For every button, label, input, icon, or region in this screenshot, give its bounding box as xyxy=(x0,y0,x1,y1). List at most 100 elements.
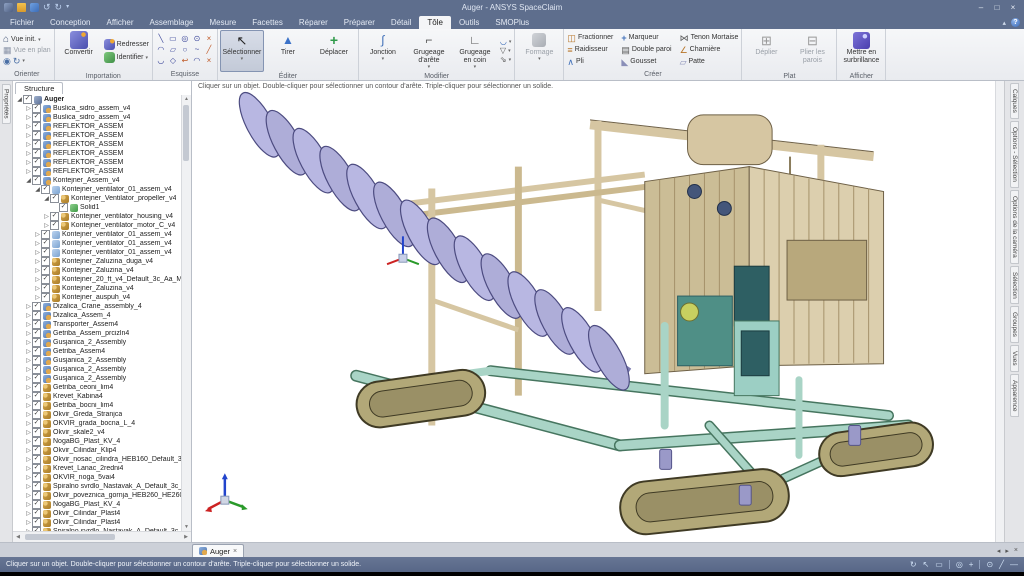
expander-icon[interactable]: ▷ xyxy=(25,510,32,517)
sketch-tool-icon[interactable]: ╲ xyxy=(159,34,164,44)
visibility-checkbox[interactable]: ✓ xyxy=(23,95,32,104)
scroll-right-icon[interactable]: ▶ xyxy=(181,532,191,542)
expander-icon[interactable]: ▷ xyxy=(25,483,32,490)
button-jonction[interactable]: ∫Jonction▾ xyxy=(361,30,405,72)
button-raidisseur[interactable]: ≡Raidisseur xyxy=(566,45,614,55)
visibility-checkbox[interactable]: ✓ xyxy=(50,212,59,221)
menu-tab-réparer[interactable]: Réparer xyxy=(291,16,336,29)
expander-icon[interactable]: ▷ xyxy=(25,519,32,526)
button-plier-les-parois[interactable]: ⊟Plier les parois xyxy=(790,30,834,72)
sketch-icon[interactable]: ╱ xyxy=(999,560,1004,569)
button-formage[interactable]: Formage▾ xyxy=(517,30,561,72)
help-icon[interactable]: ? xyxy=(1011,18,1020,27)
button-d-placer[interactable]: +Déplacer xyxy=(312,30,356,72)
document-close-icon[interactable]: × xyxy=(233,548,237,555)
fly-icon[interactable]: ◎ xyxy=(956,560,963,569)
visibility-checkbox[interactable]: ✓ xyxy=(32,131,41,140)
tree-item[interactable]: ▷✓Okvir_Greda_Stranjca xyxy=(13,410,191,419)
tree-item[interactable]: ▷✓Getriba_Assem4 xyxy=(13,347,191,356)
visibility-checkbox[interactable]: ✓ xyxy=(32,491,41,500)
button-mettre-en-surbrillance[interactable]: Mettre en surbrillance xyxy=(839,30,883,72)
expander-icon[interactable]: ▷ xyxy=(25,114,32,121)
redo-icon[interactable]: ↻ xyxy=(55,3,63,12)
sketch-tool-icon[interactable]: × xyxy=(207,56,212,66)
expander-icon[interactable]: ▷ xyxy=(25,492,32,499)
expander-icon[interactable]: ▷ xyxy=(25,348,32,355)
view-tools[interactable]: ◉↻▾ xyxy=(2,57,52,66)
button-double-paroi[interactable]: ▤Double paroi xyxy=(620,45,672,55)
viewport-3d-model[interactable] xyxy=(192,81,995,542)
tree-vertical-scrollbar[interactable]: ▲ ▼ xyxy=(181,95,191,532)
expander-icon[interactable]: ▷ xyxy=(25,159,32,166)
expander-icon[interactable]: ▷ xyxy=(25,474,32,481)
visibility-checkbox[interactable]: ✓ xyxy=(32,419,41,428)
tree-item[interactable]: ▷✓Kontejner_ventilator_01_assem_v4 xyxy=(13,230,191,239)
button-grugeage-d-ar-te[interactable]: ⌐Grugeage d'arête▾ xyxy=(407,30,451,72)
visibility-checkbox[interactable]: ✓ xyxy=(32,356,41,365)
expander-icon[interactable]: ▷ xyxy=(43,222,50,229)
button-tenon-mortaise[interactable]: ⋈Tenon Mortaise xyxy=(679,33,740,43)
tree-item[interactable]: ▷✓Transporter_Assem4 xyxy=(13,320,191,329)
menu-tab-mesure[interactable]: Mesure xyxy=(202,16,245,29)
sketch-tool-icon[interactable]: ◡ xyxy=(157,56,164,66)
dropdown-arrow-icon[interactable]: ▾ xyxy=(509,40,512,44)
sketch-tool-icon[interactable]: ⊙ xyxy=(194,34,201,44)
tree-item[interactable]: ▷✓REFLEKTOR_ASSEM xyxy=(13,122,191,131)
visibility-checkbox[interactable]: ✓ xyxy=(32,437,41,446)
panel-tab-groupes[interactable]: Groupes xyxy=(1010,306,1019,343)
mini-tool[interactable]: ▽▾ xyxy=(499,47,513,55)
expander-icon[interactable]: ▷ xyxy=(25,132,32,139)
panel-tab-vues[interactable]: Vues xyxy=(1010,345,1019,372)
expander-icon[interactable]: ▷ xyxy=(34,294,41,301)
visibility-checkbox[interactable]: ✓ xyxy=(32,401,41,410)
tree-item[interactable]: ▷✓Krevet_Kabina4 xyxy=(13,392,191,401)
visibility-checkbox[interactable]: ✓ xyxy=(32,392,41,401)
expander-icon[interactable]: ▷ xyxy=(25,447,32,454)
sketch-tool-icon[interactable]: ○ xyxy=(183,45,188,55)
dropdown-arrow-icon[interactable]: ▾ xyxy=(508,49,511,53)
tree-item[interactable]: ◢✓Kontejner_Ventilator_propeller_v4 xyxy=(13,194,191,203)
structure-tab[interactable]: Structure xyxy=(15,82,63,94)
mini-tool[interactable]: ⇘▾ xyxy=(499,56,513,64)
tree-item[interactable]: ▷✓Kontejner_Zaluzina_v4 xyxy=(13,266,191,275)
tree-item[interactable]: ▷✓OKVIR_noga_5vai4 xyxy=(13,473,191,482)
button-fractionner[interactable]: ◫Fractionner xyxy=(566,33,614,43)
select-icon[interactable]: ↖ xyxy=(923,560,930,569)
visibility-checkbox[interactable]: ✓ xyxy=(32,383,41,392)
scroll-left-icon[interactable]: ◀ xyxy=(13,532,23,542)
document-tab-auger[interactable]: Auger × xyxy=(192,544,244,557)
tree-item[interactable]: ✓Solid1 xyxy=(13,203,191,212)
visibility-checkbox[interactable]: ✓ xyxy=(32,104,41,113)
expander-icon[interactable]: ▷ xyxy=(25,420,32,427)
expander-icon[interactable]: ▷ xyxy=(34,267,41,274)
tree-item[interactable]: ▷✓Getriba_Assem_prcizln4 xyxy=(13,329,191,338)
expander-icon[interactable]: ▷ xyxy=(25,312,32,319)
expander-icon[interactable]: ▷ xyxy=(34,249,41,256)
tree-item[interactable]: ◢✓Auger xyxy=(13,95,191,104)
button-patte[interactable]: ▱Patte xyxy=(679,57,740,67)
visibility-checkbox[interactable]: ✓ xyxy=(32,347,41,356)
visibility-checkbox[interactable]: ✓ xyxy=(50,221,59,230)
button-d-plier[interactable]: ⊞Déplier xyxy=(744,30,788,72)
tree-item[interactable]: ▷✓Kontejner_Zaluzina_duga_v4 xyxy=(13,257,191,266)
tree-item[interactable]: ▷✓Okvir_Cilindar_Plast4 xyxy=(13,518,191,527)
dropdown-arrow-icon[interactable]: ▾ xyxy=(428,65,431,69)
menu-tab-smoplus[interactable]: SMOPlus xyxy=(487,16,537,29)
sketch-tool-icon[interactable]: ◎ xyxy=(181,34,188,44)
expander-icon[interactable]: ◢ xyxy=(25,177,32,184)
visibility-checkbox[interactable]: ✓ xyxy=(32,176,41,185)
app-logo[interactable] xyxy=(4,3,13,12)
viewport-scrollbar[interactable] xyxy=(995,81,1004,542)
mini-tool[interactable]: ◡▾ xyxy=(499,38,513,46)
tree-item[interactable]: ▷✓Getriba_bocni_lim4 xyxy=(13,401,191,410)
tree-item[interactable]: ▷✓REFLEKTOR_ASSEM xyxy=(13,140,191,149)
expander-icon[interactable]: ▷ xyxy=(25,393,32,400)
button-vue-en-plan[interactable]: ▦Vue en plan xyxy=(2,46,52,56)
visibility-checkbox[interactable]: ✓ xyxy=(32,113,41,122)
visibility-checkbox[interactable]: ✓ xyxy=(32,167,41,176)
visibility-checkbox[interactable]: ✓ xyxy=(32,311,41,320)
expander-icon[interactable]: ▷ xyxy=(25,123,32,130)
visibility-checkbox[interactable]: ✓ xyxy=(41,284,50,293)
tree-item[interactable]: ▷✓Kontejner_auspuh_v4 xyxy=(13,293,191,302)
button-marqueur[interactable]: +Marqueur xyxy=(620,33,672,43)
